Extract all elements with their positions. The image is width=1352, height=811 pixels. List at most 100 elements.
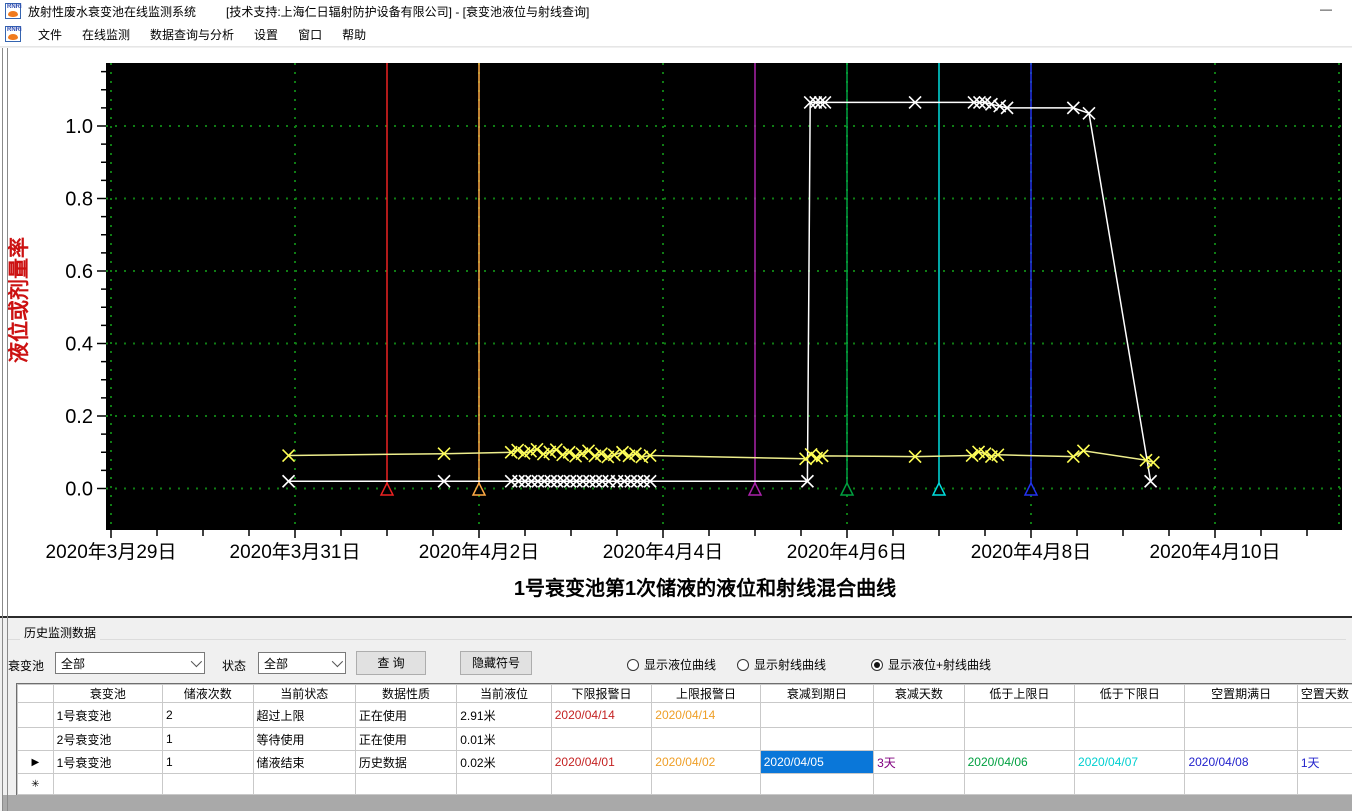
- table-cell[interactable]: 2: [162, 702, 254, 728]
- column-header[interactable]: 低于上限日: [963, 684, 1076, 703]
- table-cell[interactable]: 2.91米: [456, 702, 552, 728]
- column-header[interactable]: 低于下限日: [1074, 684, 1186, 703]
- table-cell[interactable]: [1074, 702, 1186, 728]
- table-cell[interactable]: 0.02米: [456, 750, 552, 774]
- radio-show-ray-curve[interactable]: 显示射线曲线: [737, 656, 826, 673]
- radio-show-level-curve[interactable]: 显示液位曲线: [627, 656, 716, 673]
- row-selector[interactable]: ✳: [17, 773, 54, 795]
- column-header[interactable]: 储液次数: [162, 684, 254, 703]
- table-cell[interactable]: 正在使用: [354, 727, 458, 751]
- table-cell[interactable]: [162, 773, 254, 795]
- pool-filter-label: 衰变池: [8, 659, 45, 673]
- row-selector[interactable]: [17, 702, 54, 728]
- row-selector[interactable]: ▶: [17, 750, 54, 774]
- x-tick-label: 2020年3月31日: [230, 541, 361, 563]
- radio-circle-icon: [627, 658, 639, 671]
- table-cell[interactable]: [873, 702, 965, 728]
- radio-show-level-ray-curve[interactable]: 显示液位+射线曲线: [871, 656, 991, 673]
- column-header[interactable]: 当前状态: [252, 684, 356, 703]
- column-header[interactable]: 空置天数: [1296, 684, 1352, 703]
- table-cell[interactable]: [456, 773, 552, 795]
- table-cell[interactable]: 等待使用: [252, 727, 356, 751]
- status-filter-select[interactable]: 全部: [258, 652, 346, 674]
- table-cell[interactable]: 超过上限: [252, 702, 356, 728]
- table-cell[interactable]: [52, 773, 164, 795]
- table-cell[interactable]: [1296, 773, 1352, 795]
- table-cell[interactable]: 2020/04/14: [651, 702, 761, 728]
- table-cell[interactable]: 1号衰变池: [52, 702, 164, 728]
- pool-filter-value: 全部: [61, 656, 86, 671]
- table-cell[interactable]: [252, 773, 356, 795]
- chevron-down-icon: [190, 655, 203, 668]
- table-cell[interactable]: 3天: [873, 750, 965, 774]
- table-cell[interactable]: 1天: [1296, 750, 1352, 774]
- history-table-wrap: 衰变池 储液次数 当前状态 数据性质 当前液位 下限报警日 上限报警日 衰减到期日 衰减天数 低于…: [16, 683, 1352, 796]
- query-button[interactable]: 查 询: [356, 651, 426, 675]
- table-cell[interactable]: 1号衰变池: [52, 750, 164, 774]
- menu-bar-items: 文件 在线监测 数据查询与分析 设置 窗口 帮助: [28, 22, 376, 47]
- menu-window[interactable]: 窗口: [288, 22, 332, 47]
- table-cell[interactable]: 2020/04/14: [550, 702, 653, 728]
- table-cell[interactable]: [651, 727, 761, 751]
- table-cell[interactable]: 2号衰变池: [52, 727, 164, 751]
- y-tick-label: 1.0: [65, 116, 93, 138]
- column-header[interactable]: 上限报警日: [651, 684, 761, 703]
- pool-filter-select[interactable]: 全部: [55, 652, 205, 674]
- table-cell[interactable]: 2020/04/07: [1074, 750, 1186, 774]
- table-cell[interactable]: [1184, 727, 1298, 751]
- table-cell[interactable]: [963, 702, 1076, 728]
- table-cell[interactable]: [759, 773, 875, 795]
- table-cell[interactable]: 2020/04/05: [759, 750, 875, 774]
- table-cell[interactable]: [1074, 727, 1186, 751]
- table-cell[interactable]: [1184, 773, 1298, 795]
- table-cell[interactable]: [1296, 727, 1352, 751]
- table-cell[interactable]: 0.01米: [456, 727, 552, 751]
- column-header[interactable]: 下限报警日: [550, 684, 653, 703]
- table-cell[interactable]: 2020/04/06: [963, 750, 1076, 774]
- table-cell[interactable]: 2020/04/01: [550, 750, 653, 774]
- x-tick-label: 2020年4月4日: [603, 541, 723, 563]
- table-cell[interactable]: 历史数据: [354, 750, 458, 774]
- table-cell[interactable]: [1184, 702, 1298, 728]
- table-cell[interactable]: 2020/04/08: [1184, 750, 1298, 774]
- table-cell[interactable]: [651, 773, 761, 795]
- column-header[interactable]: 当前液位: [456, 684, 552, 703]
- table-cell[interactable]: [873, 727, 965, 751]
- menu-settings[interactable]: 设置: [244, 22, 288, 47]
- menu-help[interactable]: 帮助: [332, 22, 376, 47]
- row-selector[interactable]: [17, 727, 54, 751]
- table-cell[interactable]: [1074, 773, 1186, 795]
- mdi-child-icon: RNRi: [5, 26, 22, 42]
- menu-online-monitor[interactable]: 在线监测: [72, 22, 140, 47]
- column-header[interactable]: 衰减到期日: [759, 684, 875, 703]
- table-cell[interactable]: [873, 773, 965, 795]
- table-scroll-area[interactable]: [2, 795, 1352, 811]
- table-cell[interactable]: [963, 773, 1076, 795]
- table-cell[interactable]: [354, 773, 458, 795]
- menu-data-query-analysis[interactable]: 数据查询与分析: [140, 22, 244, 47]
- table-cell[interactable]: [550, 773, 653, 795]
- table-cell[interactable]: [963, 727, 1076, 751]
- minimize-button[interactable]: —: [1320, 2, 1332, 16]
- column-header[interactable]: 数据性质: [354, 684, 458, 703]
- y-tick-label: 0.8: [65, 189, 93, 211]
- table-cell[interactable]: [550, 727, 653, 751]
- table-cell[interactable]: 1: [162, 727, 254, 751]
- table-cell[interactable]: 正在使用: [354, 702, 458, 728]
- y-tick-label: 0.4: [65, 334, 93, 356]
- chevron-down-icon: [331, 655, 344, 668]
- column-header[interactable]: 空置期满日: [1184, 684, 1298, 703]
- table-row: ✳: [17, 773, 1352, 795]
- column-header[interactable]: 衰变池: [52, 684, 164, 703]
- app-icon-blob: [8, 11, 18, 17]
- table-cell[interactable]: [1296, 702, 1352, 728]
- column-header[interactable]: 衰减天数: [873, 684, 965, 703]
- table-cell[interactable]: 储液结束: [252, 750, 356, 774]
- table-cell[interactable]: 2020/04/02: [651, 750, 761, 774]
- table-cell[interactable]: 1: [162, 750, 254, 774]
- app-icon-text: RNRi: [7, 4, 22, 10]
- table-cell[interactable]: [759, 727, 875, 751]
- menu-file[interactable]: 文件: [28, 22, 72, 47]
- hide-symbols-button[interactable]: 隐藏符号: [460, 651, 532, 675]
- table-cell[interactable]: [759, 702, 875, 728]
